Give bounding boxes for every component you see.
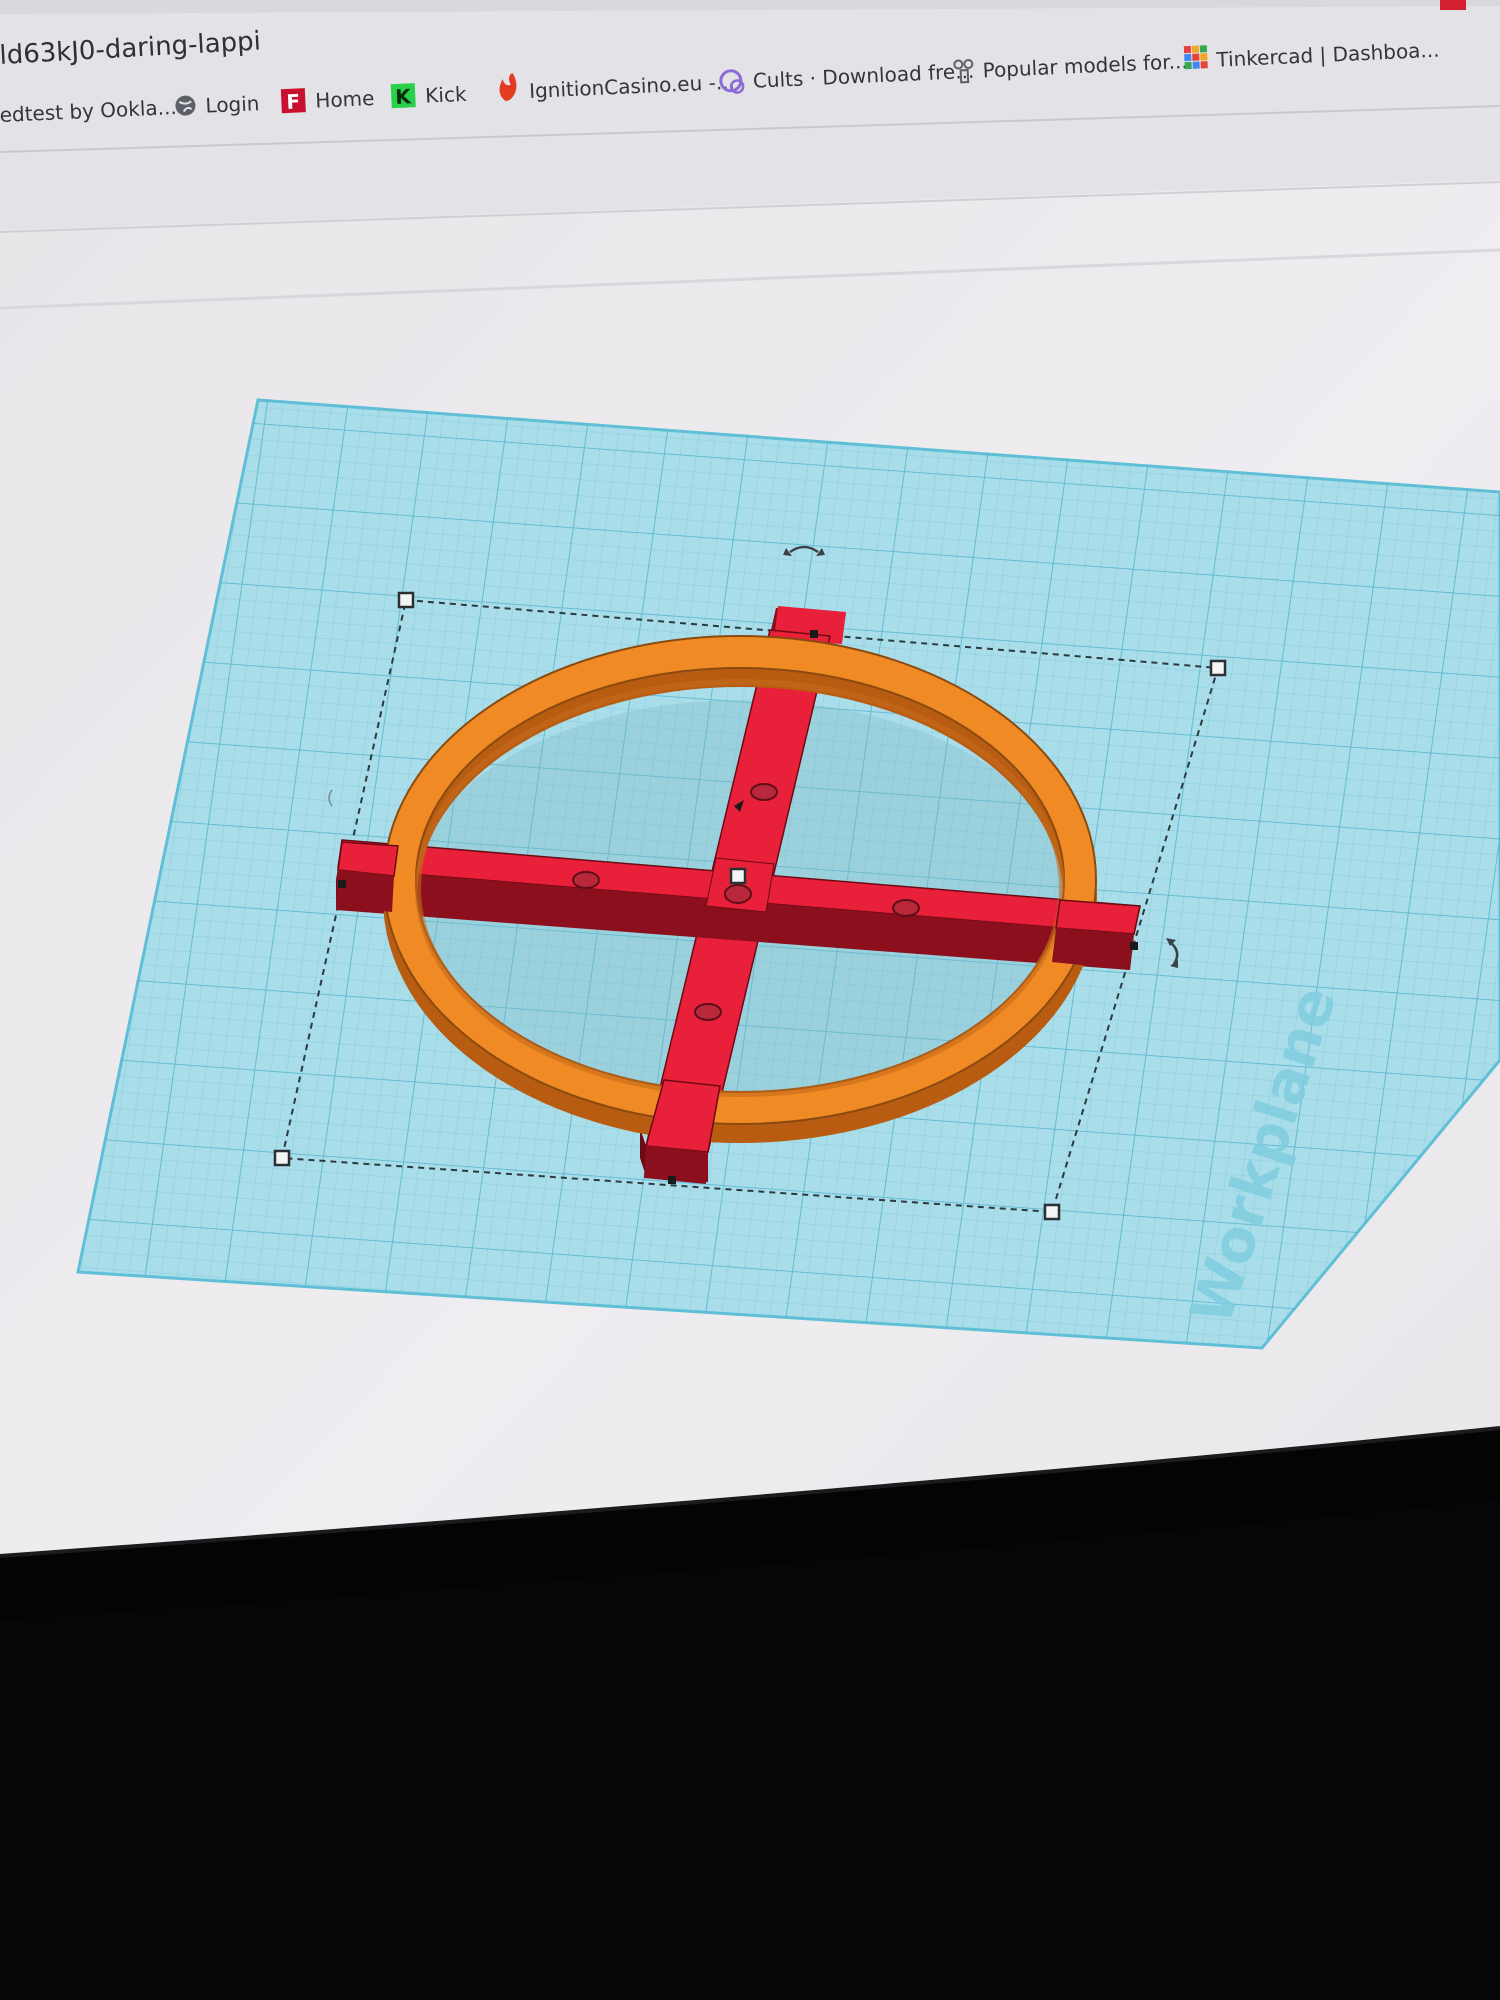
svg-text:Login: Login	[205, 91, 260, 117]
svg-text:Home: Home	[315, 86, 375, 113]
resize-handle-top-right[interactable]	[1209, 659, 1227, 677]
svg-text:F: F	[286, 89, 301, 114]
tinkercad-icon	[1183, 45, 1208, 70]
hole-left	[572, 871, 600, 889]
hole-bottom	[694, 1003, 722, 1021]
resize-handle-bottom-left[interactable]	[273, 1149, 291, 1167]
hole-top	[750, 783, 778, 801]
monitor-screen: ld63kJ0-daring-lappi edtest by Ookla... …	[0, 0, 1500, 2000]
svg-text:Kick: Kick	[425, 82, 468, 108]
resize-handle-top-left[interactable]	[397, 591, 415, 609]
screen-photo: ld63kJ0-daring-lappi edtest by Ookla... …	[0, 0, 1500, 2000]
bookmark-kick[interactable]: K Kick	[390, 81, 468, 109]
hole-center	[724, 884, 752, 904]
height-handle-center[interactable]	[729, 867, 747, 885]
resize-handle-bottom-right[interactable]	[1043, 1203, 1061, 1221]
extension-icon[interactable]	[1440, 0, 1466, 10]
hole-right	[892, 899, 920, 917]
bookmark-home[interactable]: F Home	[280, 85, 375, 114]
svg-text:K: K	[395, 84, 413, 109]
